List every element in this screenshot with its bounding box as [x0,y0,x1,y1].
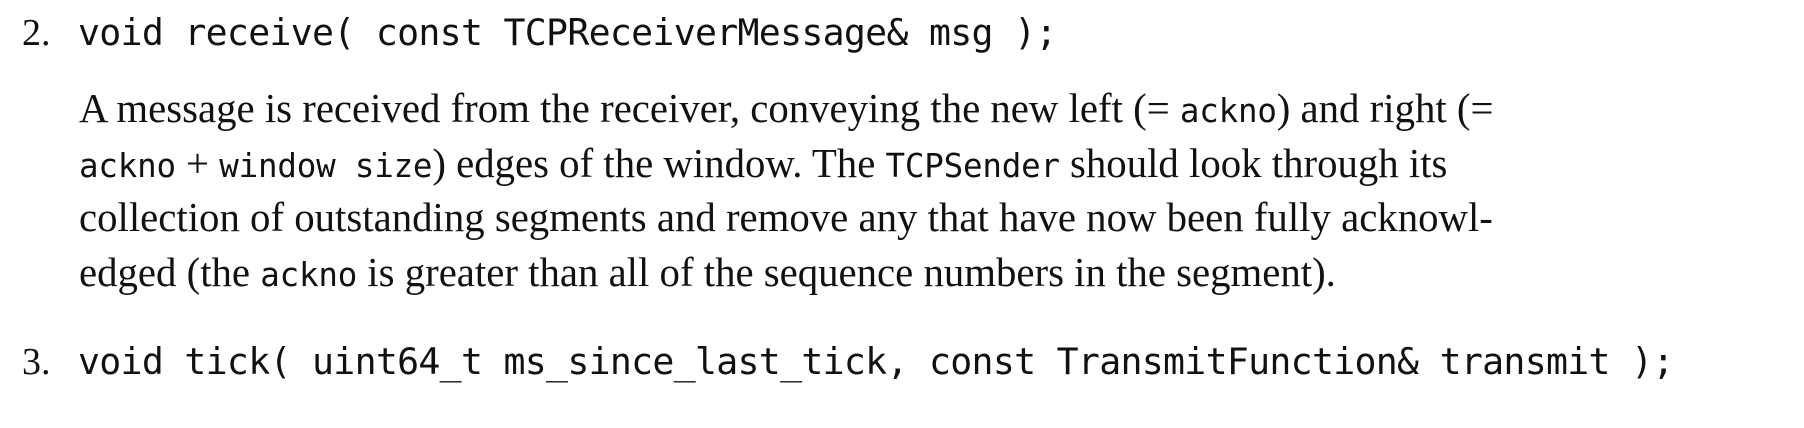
text-run: is greater than all of the sequence numb… [357,249,1336,295]
inline-code-window-size: window size [219,146,433,185]
text-run: collection of outstanding segments and r… [79,195,1493,240]
text-run: edged (the [79,249,261,295]
inline-code-ackno: ackno [79,146,176,185]
method-signature-tick: void tick( uint64_t ms_since_last_tick, … [78,340,1674,383]
description-line-1: A message is received from the receiver,… [79,82,1804,137]
document-page: 2. void receive( const TCPReceiverMessage… [0,0,1804,428]
method-signature-receive: void receive( const TCPReceiverMessage& … [78,11,1057,54]
text-run: should look through its [1059,140,1448,186]
description-line-2: ackno + window size) edges of the window… [79,137,1804,192]
method-item-tick: 3. void tick( uint64_t ms_since_last_tick… [22,340,1784,384]
description-line-3: collection of outstanding segments and r… [79,191,1804,246]
item-number: 2. [22,12,51,54]
description-line-4: edged (the ackno is greater than all of … [79,246,1804,301]
text-run: ) and right (= [1276,86,1494,131]
text-run: + [175,140,220,186]
text-run: A message is received from the receiver,… [79,86,1180,131]
item-number: 3. [22,341,51,383]
inline-code-ackno: ackno [1179,92,1277,130]
method-item-receive: 2. void receive( const TCPReceiverMessage… [22,11,1784,55]
inline-code-tcpsender: TCPSender [885,146,1061,185]
text-run: ) edges of the window. The [432,140,886,186]
inline-code-ackno: ackno [260,255,358,294]
method-description-receive: A message is received from the receiver,… [79,82,1804,300]
